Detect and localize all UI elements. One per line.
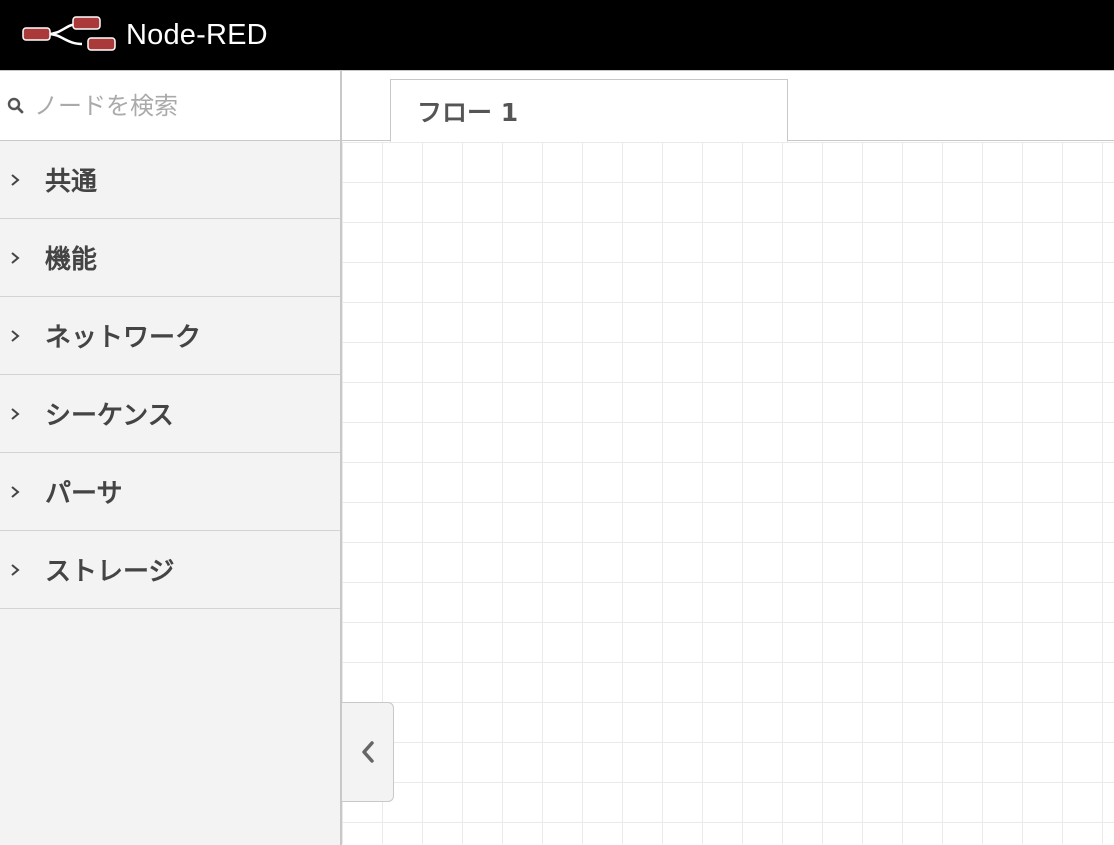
chevron-left-icon bbox=[361, 741, 374, 763]
palette-category-storage[interactable]: ストレージ bbox=[0, 531, 340, 609]
chevron-right-icon bbox=[11, 563, 20, 576]
category-label: ネットワーク bbox=[45, 323, 202, 353]
chevron-right-icon bbox=[11, 251, 20, 264]
chevron-right-icon bbox=[11, 485, 20, 498]
search-input[interactable] bbox=[32, 90, 326, 121]
chevron-right-icon bbox=[11, 329, 20, 342]
palette-category-parser[interactable]: パーサ bbox=[0, 453, 340, 531]
category-label: シーケンス bbox=[45, 401, 174, 431]
node-red-logo-icon bbox=[22, 16, 116, 51]
flow-canvas[interactable] bbox=[342, 142, 1114, 844]
search-icon bbox=[7, 97, 24, 113]
category-label: 機能 bbox=[45, 245, 98, 275]
palette-category-common[interactable]: 共通 bbox=[0, 141, 340, 219]
category-label: 共通 bbox=[45, 167, 98, 197]
palette-category-network[interactable]: ネットワーク bbox=[0, 297, 340, 375]
chevron-right-icon bbox=[11, 173, 20, 186]
tab-label: フロー 1 bbox=[417, 97, 519, 127]
app-title: Node-RED bbox=[126, 18, 268, 51]
chevron-right-icon bbox=[11, 407, 20, 420]
tab-flow-1[interactable]: フロー 1 bbox=[390, 79, 788, 142]
category-label: ストレージ bbox=[45, 557, 175, 587]
node-palette: 共通 機能 ネットワーク シーケンス パーサ ストレージ bbox=[0, 70, 342, 845]
palette-category-function[interactable]: 機能 bbox=[0, 219, 340, 297]
workspace: フロー 1 bbox=[342, 70, 1114, 844]
workspace-tab-bar: フロー 1 bbox=[342, 70, 1114, 142]
palette-search bbox=[0, 71, 340, 141]
category-label: パーサ bbox=[45, 479, 123, 509]
palette-category-sequence[interactable]: シーケンス bbox=[0, 375, 340, 453]
header-bar: Node-RED bbox=[0, 0, 1114, 70]
palette-toggle-button[interactable] bbox=[342, 702, 394, 802]
